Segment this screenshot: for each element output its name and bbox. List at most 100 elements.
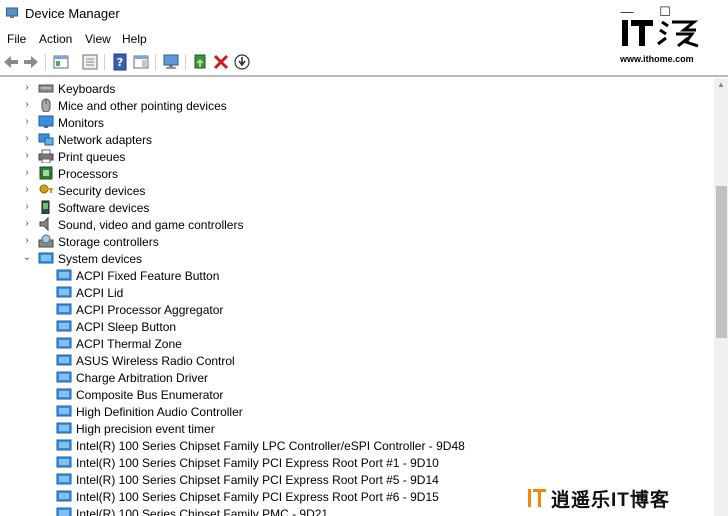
menu-action[interactable]: Action [39, 32, 72, 46]
system-device-icon [56, 422, 72, 434]
tree-item-label: Intel(R) 100 Series Chipset Family LPC C… [76, 439, 465, 453]
system-device-icon [56, 371, 72, 383]
device-tree: › Keyboards › Mice and other pointing devic… [0, 78, 714, 516]
tree-category[interactable]: › Mice and other pointing devices [0, 97, 714, 114]
tree-device[interactable]: High Definition Audio Controller [0, 403, 714, 420]
tree-item-label: Storage controllers [58, 235, 159, 249]
system-device-icon [56, 269, 72, 281]
chevron-right-icon[interactable]: › [22, 235, 32, 247]
speaker-icon [39, 217, 49, 231]
chevron-right-icon[interactable]: › [22, 184, 32, 196]
monitor-icon [38, 115, 54, 128]
tree-item-label: Intel(R) 100 Series Chipset Family PCI E… [76, 456, 439, 470]
tree-category[interactable]: › Sound, video and game controllers [0, 216, 714, 233]
scan-hardware-changes-icon[interactable] [162, 53, 180, 71]
tree-item-label: High precision event timer [76, 422, 215, 436]
tree-item-label: Mice and other pointing devices [58, 99, 227, 113]
back-arrow-icon[interactable] [2, 53, 20, 71]
tree-category[interactable]: › Monitors [0, 114, 714, 131]
toolbar-separator [104, 54, 105, 70]
system-device-icon [56, 473, 72, 485]
tree-item-label: High Definition Audio Controller [76, 405, 243, 419]
tree-device[interactable]: Intel(R) 100 Series Chipset Family PCI E… [0, 454, 714, 471]
menu-file[interactable]: File [7, 32, 26, 46]
menu-help[interactable]: Help [122, 32, 147, 46]
svg-text:?: ? [117, 56, 123, 69]
chevron-right-icon[interactable]: › [22, 218, 32, 230]
chevron-right-icon[interactable]: › [22, 116, 32, 128]
toolbar-divider [0, 75, 728, 77]
tree-item-label: Monitors [58, 116, 105, 130]
tree-item-label: Network adapters [58, 133, 153, 147]
chevron-right-icon[interactable]: › [22, 201, 32, 213]
update-driver-icon[interactable] [191, 53, 209, 71]
system-devices-icon [38, 252, 54, 264]
vertical-scrollbar[interactable]: ▲ [714, 78, 728, 516]
download-icon[interactable] [233, 53, 251, 71]
tree-device[interactable]: Charge Arbitration Driver [0, 369, 714, 386]
mouse-icon [41, 98, 51, 112]
system-device-icon [56, 439, 72, 451]
toolbar-separator [155, 54, 156, 70]
scroll-up-icon[interactable]: ▲ [714, 78, 728, 92]
tree-item-label: Keyboards [58, 82, 116, 96]
tree-item-label: ACPI Lid [76, 286, 124, 300]
system-device-icon [56, 337, 72, 349]
tree-device[interactable]: Composite Bus Enumerator [0, 386, 714, 403]
tree-item-label: Intel(R) 100 Series Chipset Family PMC -… [76, 507, 329, 516]
tree-item-label: ACPI Thermal Zone [76, 337, 182, 351]
storage-controller-icon [38, 234, 54, 248]
forward-arrow-icon[interactable] [22, 53, 40, 71]
tree-device[interactable]: ACPI Thermal Zone [0, 335, 714, 352]
tree-category[interactable]: › Processors [0, 165, 714, 182]
tree-category[interactable]: ⌄ System devices [0, 250, 714, 267]
system-device-icon [56, 490, 72, 502]
tree-item-label: ACPI Processor Aggregator [76, 303, 224, 317]
uninstall-device-icon[interactable] [212, 53, 230, 71]
properties-icon[interactable] [81, 53, 99, 71]
security-key-icon [39, 184, 53, 194]
tree-category[interactable]: › Software devices [0, 199, 714, 216]
chevron-right-icon[interactable]: › [22, 167, 32, 179]
toolbar: ? [0, 50, 728, 74]
tree-device[interactable]: High precision event timer [0, 420, 714, 437]
printer-icon [38, 149, 54, 163]
system-device-icon [56, 303, 72, 315]
tree-category[interactable]: › Storage controllers [0, 233, 714, 250]
scrollbar-thumb[interactable] [716, 186, 727, 338]
chevron-right-icon[interactable]: › [22, 99, 32, 111]
watermark-logo-icon [528, 489, 546, 507]
chevron-down-icon[interactable]: ⌄ [22, 252, 32, 264]
device-manager-icon [6, 7, 18, 18]
chevron-right-icon[interactable]: › [22, 150, 32, 162]
tree-item-label: Intel(R) 100 Series Chipset Family PCI E… [76, 473, 439, 487]
system-device-icon [56, 354, 72, 366]
tree-category[interactable]: › Print queues [0, 148, 714, 165]
tree-item-label: Security devices [58, 184, 146, 198]
tree-category[interactable]: › Network adapters [0, 131, 714, 148]
tree-device[interactable]: ACPI Lid [0, 284, 714, 301]
help-icon[interactable]: ? [111, 53, 129, 71]
network-adapter-icon [38, 133, 54, 146]
tree-category[interactable]: › Security devices [0, 182, 714, 199]
tree-item-label: System devices [58, 252, 143, 266]
title-bar: Device Manager — ☐ [0, 0, 728, 28]
watermark: 逍遥乐IT博客 [527, 484, 717, 511]
chevron-right-icon[interactable]: › [22, 82, 32, 94]
tree-device[interactable]: Intel(R) 100 Series Chipset Family LPC C… [0, 437, 714, 454]
watermark-text: 逍遥乐IT博客 [551, 490, 670, 511]
tree-device[interactable]: ACPI Processor Aggregator [0, 301, 714, 318]
tree-device[interactable]: ACPI Sleep Button [0, 318, 714, 335]
tree-category[interactable]: › Keyboards [0, 80, 714, 97]
system-device-icon [56, 507, 72, 516]
chevron-right-icon[interactable]: › [22, 133, 32, 145]
tree-item-label: Processors [58, 167, 119, 181]
system-device-icon [56, 405, 72, 417]
action-pane-icon[interactable] [132, 53, 150, 71]
tree-item-label: ACPI Fixed Feature Button [76, 269, 220, 283]
tree-device[interactable]: ACPI Fixed Feature Button [0, 267, 714, 284]
system-device-icon [56, 388, 72, 400]
show-hide-console-tree-icon[interactable] [52, 53, 70, 71]
tree-device[interactable]: ASUS Wireless Radio Control [0, 352, 714, 369]
menu-view[interactable]: View [85, 32, 111, 46]
